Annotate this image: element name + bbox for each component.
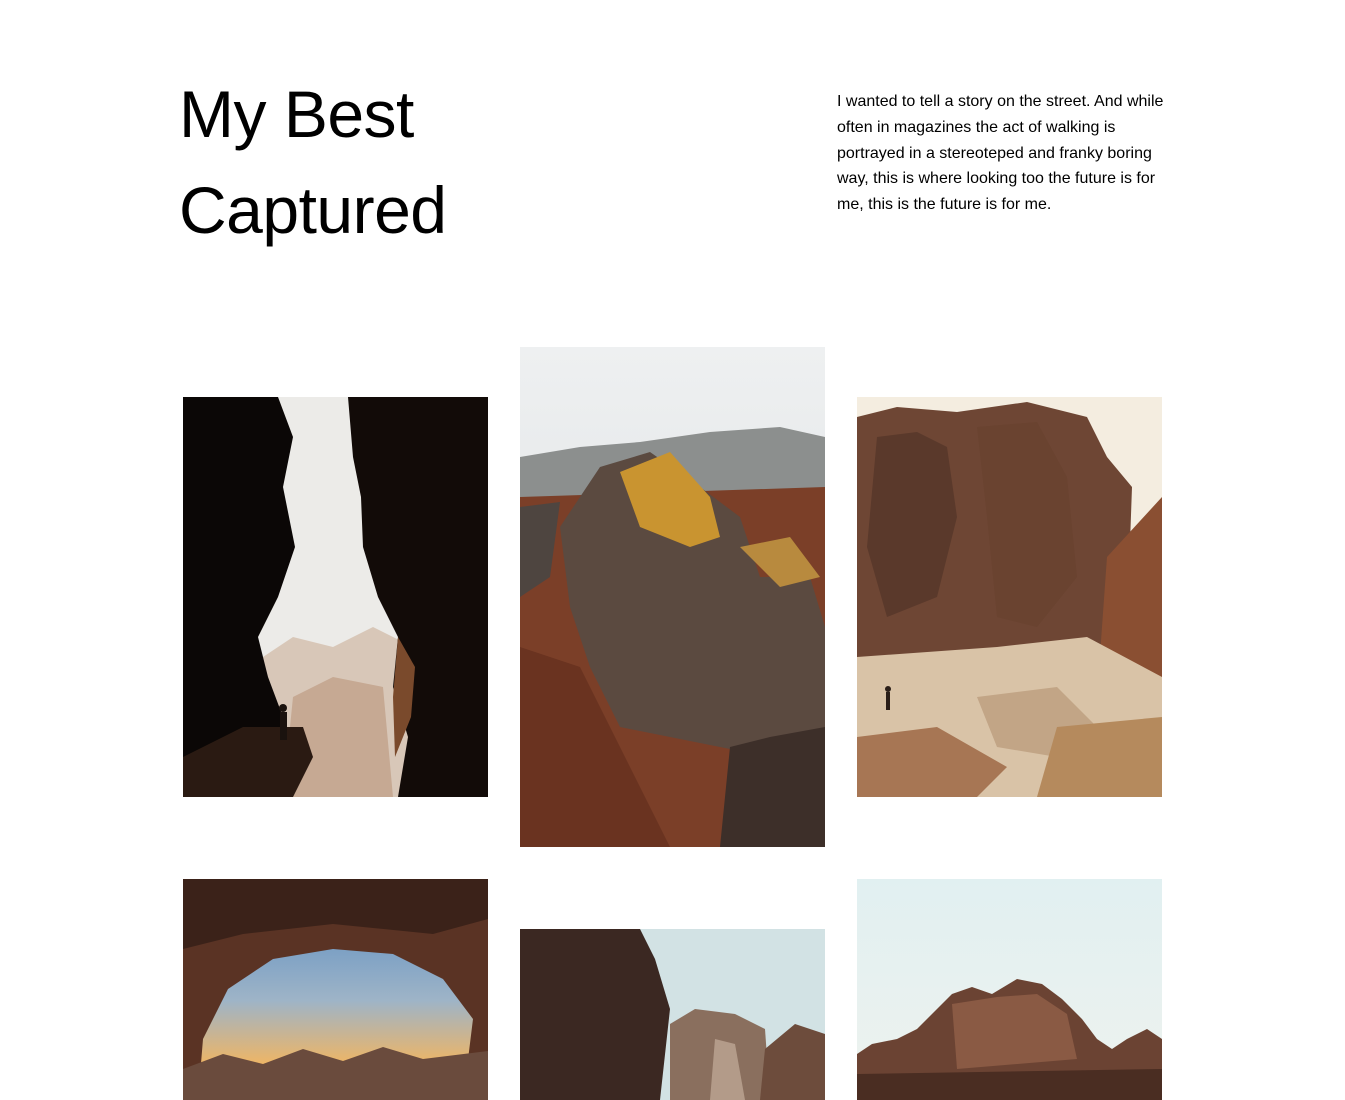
intro-text: I wanted to tell a story on the street. …: [837, 93, 1164, 214]
page-title: My Best Captured: [179, 66, 447, 258]
gallery-photo-arch[interactable]: [183, 879, 488, 1100]
gallery-photo-mesa[interactable]: [857, 879, 1162, 1100]
title-line-2: Captured: [179, 173, 447, 247]
title-line-1: My Best: [179, 77, 414, 151]
canyon-walker-image: [857, 397, 1162, 797]
page: My Best Captured I wanted to tell a stor…: [0, 0, 1345, 1100]
gallery-photo-cave[interactable]: [183, 397, 488, 797]
gallery-photo-canyon-walker[interactable]: [857, 397, 1162, 797]
aerial-rock-image: [520, 347, 825, 847]
cave-silhouette-image: [183, 397, 488, 797]
rock-arch-image: [183, 879, 488, 1100]
canyon-cliffs-image: [520, 929, 825, 1100]
rock-mesa-image: [857, 879, 1162, 1100]
gallery-photo-cliffs[interactable]: [520, 929, 825, 1100]
gallery-photo-aerial[interactable]: [520, 347, 825, 847]
